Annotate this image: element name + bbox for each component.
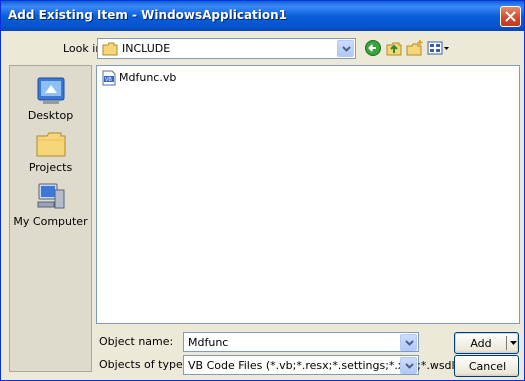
- place-label: My Computer: [13, 215, 88, 228]
- file-list[interactable]: VB Mdfunc.vb: [96, 65, 520, 324]
- places-bar: Desktop Projects My Computer: [9, 65, 92, 372]
- object-name-dropdown-button[interactable]: [400, 334, 417, 351]
- new-folder-icon: [406, 40, 423, 56]
- close-icon: [505, 11, 516, 22]
- place-desktop[interactable]: Desktop: [10, 76, 91, 122]
- place-label: Desktop: [27, 109, 74, 122]
- place-my-computer[interactable]: My Computer: [10, 182, 91, 228]
- look-in-value: INCLUDE: [122, 42, 171, 55]
- title-bar[interactable]: Add Existing Item - WindowsApplication1: [1, 1, 524, 31]
- dialog-window: Add Existing Item - WindowsApplication1 …: [0, 0, 525, 381]
- chevron-down-icon: [342, 46, 351, 52]
- desktop-icon: [37, 77, 64, 104]
- close-button[interactable]: [500, 6, 521, 27]
- object-type-select[interactable]: VB Code Files (*.vb;*.resx;*.settings;*.…: [183, 355, 459, 375]
- place-label: Projects: [28, 161, 73, 174]
- up-folder-icon: [386, 42, 402, 56]
- chevron-down-icon: [405, 363, 414, 369]
- views-icon: [427, 41, 449, 55]
- dropdown-arrow-icon[interactable]: [510, 341, 517, 345]
- views-menu-button[interactable]: [427, 39, 451, 59]
- object-type-dropdown-button[interactable]: [400, 357, 417, 374]
- split-divider: [506, 336, 507, 350]
- projects-folder-icon: [36, 132, 65, 157]
- vb-file-icon: VB: [102, 70, 116, 86]
- look-in-dropdown[interactable]: INCLUDE: [97, 38, 356, 59]
- add-button[interactable]: Add: [454, 332, 519, 354]
- file-name: Mdfunc.vb: [119, 71, 177, 84]
- chevron-down-icon: [405, 340, 414, 346]
- new-folder-button[interactable]: [406, 39, 426, 59]
- computer-icon: [37, 183, 64, 209]
- object-type-value: VB Code Files (*.vb;*.resx;*.settings;*.…: [188, 359, 459, 372]
- window-title: Add Existing Item - WindowsApplication1: [8, 8, 288, 22]
- object-type-label: Objects of type:: [99, 358, 187, 371]
- cancel-button[interactable]: Cancel: [454, 355, 519, 377]
- object-name-label: Object name:: [99, 335, 174, 348]
- add-button-label: Add: [470, 337, 492, 350]
- object-name-value: Mdfunc: [188, 336, 229, 349]
- object-name-input[interactable]: Mdfunc: [183, 332, 419, 352]
- cancel-button-label: Cancel: [468, 360, 507, 373]
- look-in-dropdown-button[interactable]: [337, 40, 354, 57]
- svg-text:VB: VB: [105, 77, 112, 83]
- folder-icon: [102, 42, 118, 56]
- up-one-level-button[interactable]: [385, 39, 405, 59]
- place-projects[interactable]: Projects: [10, 130, 91, 174]
- back-arrow-icon: [365, 40, 381, 56]
- back-button[interactable]: [364, 39, 384, 59]
